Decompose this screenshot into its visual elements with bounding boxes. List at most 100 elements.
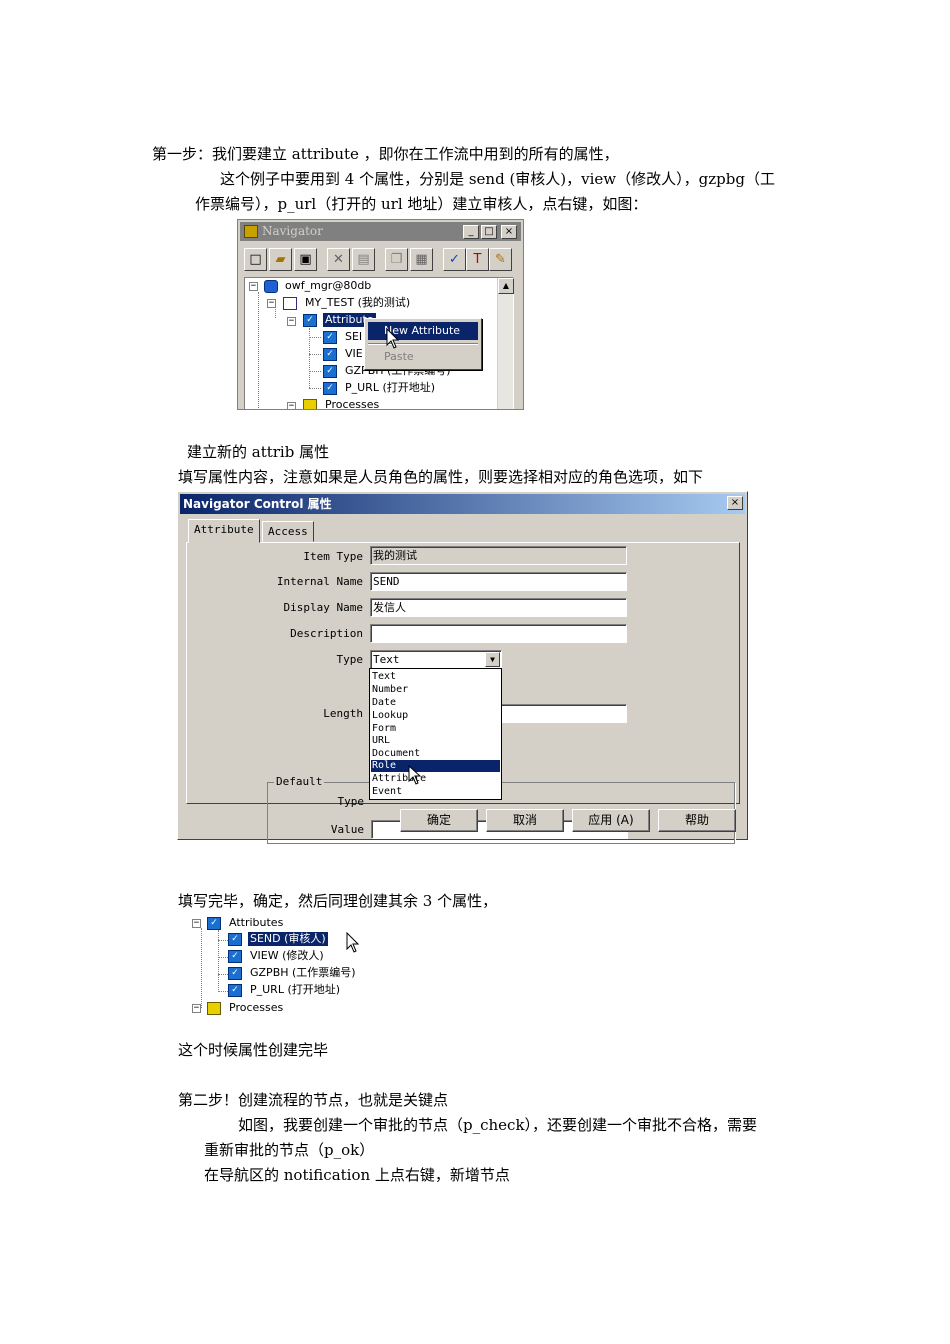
context-menu: New Attribute Paste bbox=[364, 318, 482, 370]
wand-icon[interactable]: ✎ bbox=[489, 248, 512, 271]
maximize-button[interactable]: □ bbox=[481, 225, 497, 239]
attribute-icon: ✓ bbox=[323, 348, 337, 361]
paragraph-attributes-created: 这个时候属性创建完毕 bbox=[178, 1041, 329, 1059]
apply-button[interactable]: 应用 (A) bbox=[572, 809, 650, 832]
label-default-value: Value bbox=[330, 823, 364, 836]
caption-new-attrib: 建立新的 attrib 属性 bbox=[187, 443, 330, 461]
ok-button[interactable]: 确定 bbox=[400, 809, 478, 832]
attribute-icon: ✓ bbox=[228, 984, 242, 997]
process-icon bbox=[303, 399, 317, 409]
menu-separator bbox=[368, 343, 478, 345]
tree-processes-label[interactable]: Processes bbox=[325, 398, 379, 409]
step1-heading: 第一步：我们要建立 attribute ，即你在工作流中用到的所有的属性， bbox=[152, 145, 619, 163]
verify-icon[interactable]: ✓ bbox=[443, 248, 466, 271]
paste-icon[interactable]: ▦ bbox=[410, 248, 433, 271]
internal-name-input[interactable]: SEND bbox=[370, 572, 627, 591]
attributes-tree[interactable]: − ✓ Attributes ✓ SEND (审核人) ✓ VIEW (修改人)… bbox=[188, 914, 388, 1019]
description-input[interactable] bbox=[370, 624, 627, 643]
label-description: Description bbox=[290, 627, 363, 640]
tree-collapse-itemtype[interactable]: − bbox=[267, 299, 276, 308]
type-option[interactable]: Attribute bbox=[371, 773, 500, 785]
label-length: Length bbox=[323, 707, 363, 720]
attribute-icon: ✓ bbox=[303, 314, 317, 327]
tree-collapse-processes[interactable]: − bbox=[287, 402, 296, 409]
attribute-icon: ✓ bbox=[228, 967, 242, 980]
help-button[interactable]: 帮助 bbox=[658, 809, 736, 832]
label-display-name: Display Name bbox=[283, 601, 363, 614]
tree-scrollbar[interactable]: ▲ bbox=[497, 278, 514, 409]
paragraph-nodes-line1: 如图，我要创建一个审批的节点（p_check），还要创建一个审批不合格，需要 bbox=[238, 1116, 758, 1134]
paragraph-notification: 在导航区的 notification 上点右键，新增节点 bbox=[204, 1166, 510, 1184]
label-type: Type bbox=[336, 653, 364, 666]
type-option[interactable]: Form bbox=[371, 723, 500, 735]
menu-item-paste[interactable]: Paste bbox=[368, 348, 478, 366]
new-icon[interactable]: □ bbox=[244, 248, 267, 271]
tree-itemtype-label[interactable]: MY_TEST (我的测试) bbox=[305, 296, 410, 310]
tree-attr-view[interactable]: VIEW (修改人) bbox=[250, 949, 324, 963]
type-option-role[interactable]: Role bbox=[371, 760, 500, 772]
type-option[interactable]: Event bbox=[371, 786, 500, 798]
cancel-button[interactable]: 取消 bbox=[486, 809, 564, 832]
delete-icon[interactable]: ✕ bbox=[327, 248, 350, 271]
navigator-title: Navigator bbox=[262, 224, 323, 238]
paragraph-nodes-line2: 重新审批的节点（p_ok） bbox=[204, 1141, 375, 1159]
tree-collapse-attributes[interactable]: − bbox=[192, 919, 201, 928]
attribute-icon: ✓ bbox=[323, 331, 337, 344]
attribute-icon: ✓ bbox=[228, 950, 242, 963]
type-dropdown-list: Text Number Date Lookup Form URL Documen… bbox=[369, 668, 502, 800]
label-item-type: Item Type bbox=[303, 550, 363, 563]
type-option[interactable]: Document bbox=[371, 748, 500, 760]
menu-item-new-attribute[interactable]: New Attribute bbox=[368, 322, 478, 340]
dialog-close-button[interactable]: × bbox=[727, 496, 743, 510]
tab-attribute[interactable]: Attribute bbox=[188, 519, 260, 543]
tree-attr-send[interactable]: SEND (审核人) bbox=[248, 932, 328, 946]
type-option[interactable]: Lookup bbox=[371, 710, 500, 722]
hammer-icon[interactable]: T bbox=[466, 248, 489, 271]
open-icon[interactable]: ▰ bbox=[269, 248, 292, 271]
chevron-down-icon[interactable]: ▼ bbox=[485, 652, 500, 667]
tree-collapse-attributes[interactable]: − bbox=[287, 317, 296, 326]
type-option[interactable]: URL bbox=[371, 735, 500, 747]
properties-icon[interactable]: ▤ bbox=[352, 248, 375, 271]
tree-root-label[interactable]: owf_mgr@80db bbox=[285, 279, 371, 293]
type-option[interactable]: Date bbox=[371, 697, 500, 709]
attribute-icon: ✓ bbox=[323, 382, 337, 395]
navigator-app-icon bbox=[244, 225, 258, 238]
tree-attr-purl[interactable]: P_URL (打开地址) bbox=[345, 381, 435, 395]
tree-attributes-label[interactable]: Attributes bbox=[229, 916, 283, 930]
navigator-window: Navigator _ □ × □ ▰ ▣ ✕ ▤ ❐ ▦ ✓ T ✎ − ow… bbox=[237, 219, 524, 410]
type-option[interactable]: Number bbox=[371, 684, 500, 696]
paragraph-attributes-line1: 这个例子中要用到 4 个属性，分别是 send (审核人)，view（修改人），… bbox=[220, 170, 775, 188]
tree-attr-view[interactable]: VIE bbox=[345, 347, 363, 361]
navigator-toolbar: □ ▰ ▣ ✕ ▤ ❐ ▦ ✓ T ✎ bbox=[244, 248, 516, 274]
dialog-titlebar: Navigator Control 属性 bbox=[180, 494, 745, 514]
display-name-input[interactable]: 发信人 bbox=[370, 598, 627, 617]
process-icon bbox=[207, 1002, 221, 1015]
paragraph-attributes-line2: 作票编号），p_url（打开的 url 地址）建立审核人，点右键，如图： bbox=[195, 195, 648, 213]
tree-collapse-root[interactable]: − bbox=[249, 282, 258, 291]
label-default-type: Type bbox=[337, 795, 365, 808]
tree-processes-label[interactable]: Processes bbox=[229, 1001, 283, 1015]
tree-attr-send[interactable]: SEI bbox=[345, 330, 362, 344]
type-option[interactable]: Text bbox=[371, 671, 500, 683]
paragraph-done: 填写完毕，确定，然后同理创建其余 3 个属性， bbox=[178, 892, 498, 910]
attribute-icon: ✓ bbox=[207, 917, 221, 930]
database-icon bbox=[264, 280, 278, 293]
tree-collapse-processes[interactable]: − bbox=[192, 1004, 201, 1013]
scroll-up-icon[interactable]: ▲ bbox=[498, 278, 514, 294]
item-type-icon bbox=[283, 297, 297, 310]
save-icon[interactable]: ▣ bbox=[294, 248, 317, 271]
close-button[interactable]: × bbox=[501, 225, 517, 239]
default-group-title: Default bbox=[274, 775, 325, 789]
navigator-titlebar: Navigator _ □ × bbox=[240, 222, 521, 241]
step2-heading: 第二步！创建流程的节点，也就是关键点 bbox=[178, 1091, 449, 1109]
tree-attr-gzpbh[interactable]: GZPBH (工作票编号) bbox=[250, 966, 356, 980]
type-select[interactable]: Text ▼ bbox=[370, 650, 502, 669]
paragraph-fill-attributes: 填写属性内容，注意如果是人员角色的属性，则要选择相对应的角色选项，如下 bbox=[178, 468, 704, 486]
copy-icon[interactable]: ❐ bbox=[385, 248, 408, 271]
tab-access[interactable]: Access bbox=[262, 521, 314, 542]
label-internal-name: Internal Name bbox=[276, 575, 363, 588]
minimize-button[interactable]: _ bbox=[463, 225, 479, 239]
tree-attr-purl[interactable]: P_URL (打开地址) bbox=[250, 983, 340, 997]
dialog-title: Navigator Control 属性 bbox=[183, 497, 332, 511]
